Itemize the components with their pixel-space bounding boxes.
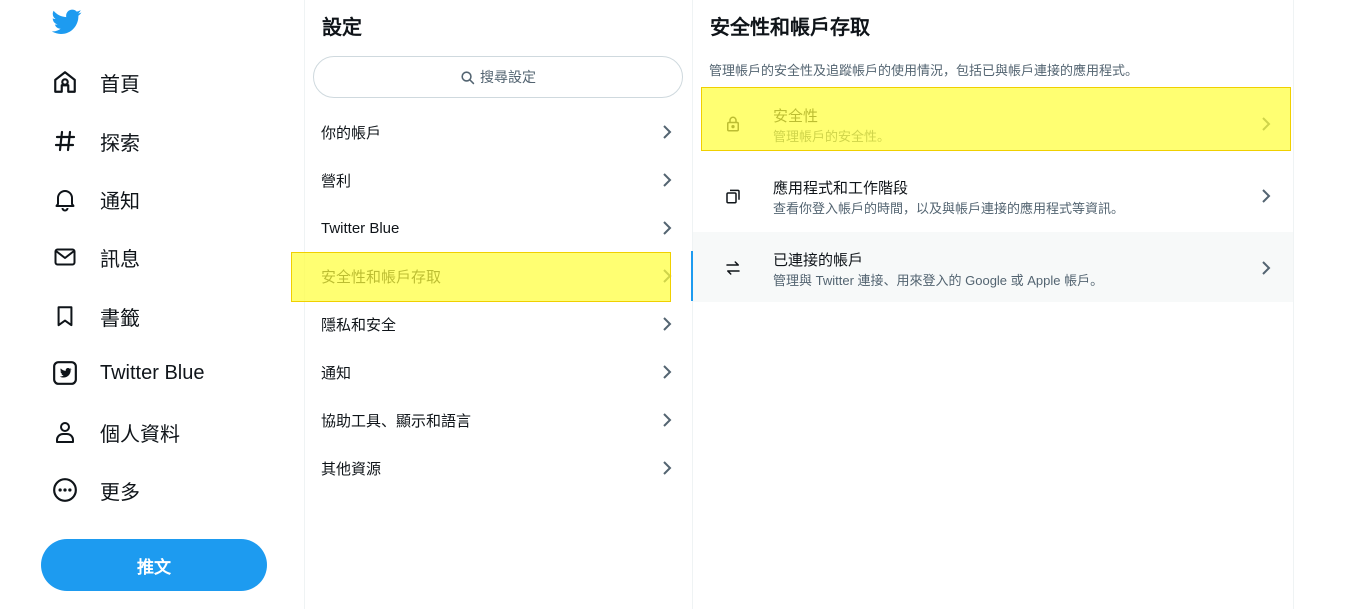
settings-title: 設定 xyxy=(322,17,362,39)
nav-messages[interactable]: 訊息 xyxy=(40,232,140,282)
nav-label: 訊息 xyxy=(100,248,140,271)
chevron-right-icon xyxy=(662,172,672,188)
bell-icon xyxy=(52,186,78,212)
twitter-bird-icon[interactable] xyxy=(51,9,82,37)
detail-item-title: 安全性 xyxy=(773,108,819,125)
settings-item-label: 隱私和安全 xyxy=(321,316,397,334)
lock-icon xyxy=(723,114,743,134)
settings-item-monetization[interactable]: 營利 xyxy=(305,156,692,204)
chevron-right-icon xyxy=(662,124,672,140)
person-icon xyxy=(52,419,78,445)
chevron-right-icon xyxy=(662,364,672,380)
settings-item-label: 協助工具、顯示和語言 xyxy=(321,412,472,430)
primary-navigation: 首頁 探索 通知 訊息 書籤 Twitter Blue 個人資料 更多 推文 xyxy=(0,0,304,609)
arrows-swap-icon xyxy=(723,258,743,278)
nav-explore[interactable]: 探索 xyxy=(40,116,140,166)
settings-item-twitter-blue[interactable]: Twitter Blue xyxy=(305,204,692,252)
detail-item-subtitle: 管理與 Twitter 連接、用來登入的 Google 或 Apple 帳戶。 xyxy=(773,273,1104,288)
settings-item-label: 其他資源 xyxy=(321,460,382,478)
search-icon xyxy=(460,70,475,85)
hashtag-icon xyxy=(52,128,78,154)
chevron-right-icon xyxy=(662,412,672,428)
settings-item-security-account-access[interactable]: 安全性和帳戶存取 xyxy=(305,252,692,300)
settings-column: 設定 搜尋設定 你的帳戶 營利 Twitter Blue 安全性和帳戶存取 隱私… xyxy=(291,0,693,609)
nav-more[interactable]: 更多 xyxy=(40,465,140,515)
settings-item-label: 安全性和帳戶存取 xyxy=(321,268,442,286)
settings-item-label: Twitter Blue xyxy=(321,219,400,237)
nav-label: 通知 xyxy=(100,190,140,213)
settings-item-additional-resources[interactable]: 其他資源 xyxy=(305,444,692,492)
nav-bookmarks[interactable]: 書籤 xyxy=(40,291,140,341)
detail-item-title: 應用程式和工作階段 xyxy=(773,180,909,197)
settings-search-input[interactable]: 搜尋設定 xyxy=(313,56,683,98)
settings-item-label: 營利 xyxy=(321,172,352,190)
nav-label: 首頁 xyxy=(100,73,140,96)
home-icon xyxy=(52,69,78,95)
envelope-icon xyxy=(52,244,78,270)
detail-column: 安全性和帳戶存取 管理帳戶的安全性及追蹤帳戶的使用情況，包括已與帳戶連接的應用程… xyxy=(691,0,1294,609)
chevron-right-icon xyxy=(662,316,672,332)
chevron-right-icon xyxy=(662,460,672,476)
twitter-blue-icon xyxy=(52,360,78,386)
settings-item-label: 通知 xyxy=(321,364,352,382)
nav-label: Twitter Blue xyxy=(100,361,205,384)
tweet-button[interactable]: 推文 xyxy=(41,539,267,591)
detail-item-security[interactable]: 安全性 管理帳戶的安全性。 xyxy=(693,88,1293,158)
detail-item-connected-accounts[interactable]: 已連接的帳戶 管理與 Twitter 連接、用來登入的 Google 或 App… xyxy=(691,232,1293,302)
chevron-right-icon xyxy=(662,268,672,284)
nav-label: 更多 xyxy=(100,481,140,504)
detail-title: 安全性和帳戶存取 xyxy=(710,17,870,39)
settings-item-notifications[interactable]: 通知 xyxy=(305,348,692,396)
nav-profile[interactable]: 個人資料 xyxy=(40,407,180,457)
nav-notifications[interactable]: 通知 xyxy=(40,174,140,224)
nav-home[interactable]: 首頁 xyxy=(40,57,140,107)
nav-twitter-blue[interactable]: Twitter Blue xyxy=(40,348,204,398)
bookmark-icon xyxy=(52,303,78,329)
nav-label: 書籤 xyxy=(100,307,140,330)
settings-item-privacy-safety[interactable]: 隱私和安全 xyxy=(305,300,692,348)
detail-item-apps-sessions[interactable]: 應用程式和工作階段 查看你登入帳戶的時間，以及與帳戶連接的應用程式等資訊。 xyxy=(693,160,1293,230)
chevron-right-icon xyxy=(1261,188,1271,204)
chevron-right-icon xyxy=(662,220,672,236)
settings-item-accessibility-display-languages[interactable]: 協助工具、顯示和語言 xyxy=(305,396,692,444)
copy-windows-icon xyxy=(723,186,743,206)
search-placeholder: 搜尋設定 xyxy=(480,69,536,85)
settings-item-your-account[interactable]: 你的帳戶 xyxy=(305,108,692,156)
nav-label: 探索 xyxy=(100,132,140,155)
nav-label: 個人資料 xyxy=(100,423,180,446)
detail-item-title: 已連接的帳戶 xyxy=(773,252,864,269)
settings-item-label: 你的帳戶 xyxy=(321,124,382,142)
chevron-right-icon xyxy=(1261,116,1271,132)
detail-item-subtitle: 查看你登入帳戶的時間，以及與帳戶連接的應用程式等資訊。 xyxy=(773,201,1125,216)
chevron-right-icon xyxy=(1261,260,1271,276)
more-circle-icon xyxy=(52,477,78,503)
detail-item-subtitle: 管理帳戶的安全性。 xyxy=(773,129,891,144)
detail-description: 管理帳戶的安全性及追蹤帳戶的使用情況，包括已與帳戶連接的應用程式。 xyxy=(709,63,1139,78)
